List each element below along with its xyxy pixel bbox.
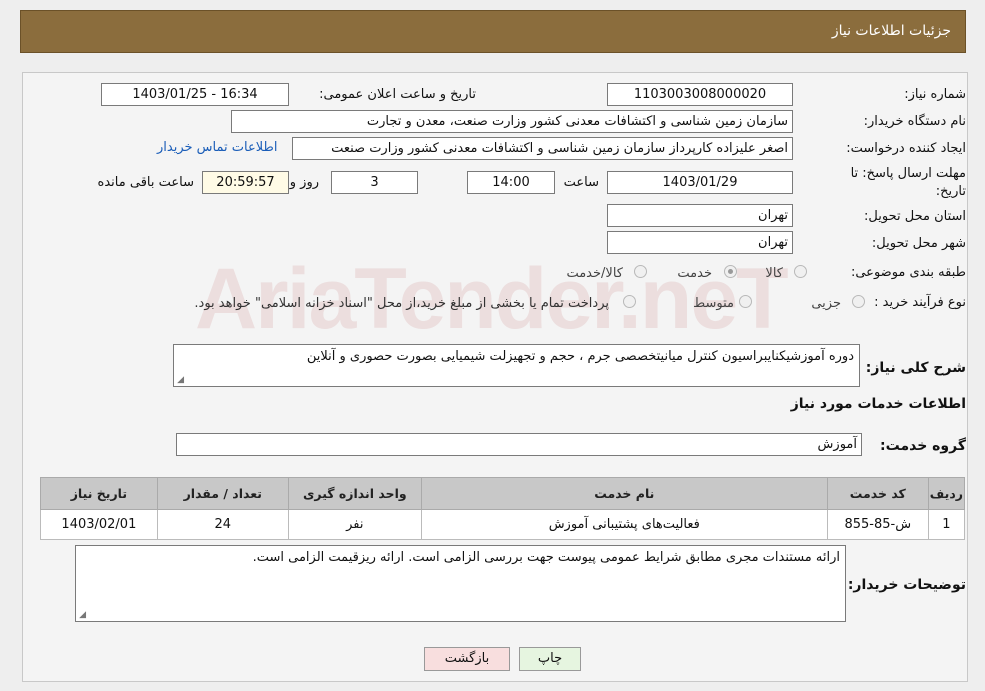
cell-service-code: ش-85-855: [826, 509, 929, 540]
category-label: طبقه بندی موضوعی:: [850, 265, 966, 280]
process-radio-minor[interactable]: [852, 295, 865, 308]
process-option-minor: جزیی: [811, 296, 841, 311]
service-group-field: آموزش: [176, 433, 862, 456]
table-row: 1 ش-85-855 فعالیت‌های پشتیبانی آموزش نفر…: [40, 509, 966, 540]
category-radio-service[interactable]: [724, 265, 737, 278]
table-header-row: ردیف کد خدمت نام خدمت واحد اندازه گیری ت…: [40, 477, 966, 510]
back-button[interactable]: بازگشت: [424, 647, 510, 671]
category-radio-goods-service[interactable]: [634, 265, 647, 278]
days-field: 3: [331, 171, 418, 194]
service-group-label: گروه خدمت:: [880, 438, 966, 454]
page-header: جزئیات اطلاعات نیاز: [20, 10, 966, 53]
buyer-contact-link[interactable]: اطلاعات تماس خریدار: [157, 140, 277, 155]
column-header-unit: واحد اندازه گیری: [287, 477, 422, 510]
announce-label: تاریخ و ساعت اعلان عمومی:: [319, 87, 476, 102]
deadline-time-field: 14:00: [467, 171, 555, 194]
cell-quantity: 24: [156, 509, 289, 540]
need-number-label: شماره نیاز:: [904, 87, 966, 102]
buyer-org-field: سازمان زمین شناسی و اکتشافات معدنی کشور …: [231, 110, 793, 133]
announce-field: 1403/01/25 - 16:34: [101, 83, 289, 106]
creator-field: اصغر علیزاده کارپرداز سازمان زمین شناسی …: [292, 137, 793, 160]
category-option-goods: کالا: [765, 266, 783, 281]
buyer-notes-textarea: ارائه مستندات مجری مطابق شرایط عمومی پیو…: [75, 545, 846, 622]
city-field: تهران: [607, 231, 793, 254]
process-option-medium: متوسط: [693, 296, 734, 311]
column-header-service-name: نام خدمت: [420, 477, 828, 510]
days-label: روز و: [289, 175, 319, 190]
category-radio-goods[interactable]: [794, 265, 807, 278]
description-label: شرح کلی نیاز:: [865, 360, 966, 376]
buyer-notes-text: ارائه مستندات مجری مطابق شرایط عمومی پیو…: [252, 550, 840, 565]
column-header-service-code: کد خدمت: [826, 477, 929, 510]
creator-label: ایجاد کننده درخواست:: [846, 141, 966, 156]
resize-handle-icon[interactable]: ◢: [78, 611, 86, 620]
category-option-goods-service: کالا/خدمت: [566, 266, 623, 281]
process-treasury-note: پرداخت تمام یا بخشی از مبلغ خرید،از محل …: [194, 296, 609, 311]
description-text: دوره آموزشیکنایبراسیون کنترل میانیتخصصی …: [306, 349, 854, 364]
deadline-date-field: 1403/01/29: [607, 171, 793, 194]
cell-row-number: 1: [927, 509, 966, 540]
column-header-row-number: ردیف: [927, 477, 966, 510]
process-label: نوع فرآیند خرید :: [874, 295, 966, 310]
province-field: تهران: [607, 204, 793, 227]
description-textarea: دوره آموزشیکنایبراسیون کنترل میانیتخصصی …: [173, 344, 860, 387]
deadline-label-date: تاریخ:: [935, 184, 966, 199]
buyer-org-label: نام دستگاه خریدار:: [863, 114, 966, 129]
city-label: شهر محل تحویل:: [871, 236, 966, 251]
cell-unit: نفر: [287, 509, 422, 540]
treasury-checkbox[interactable]: [623, 295, 636, 308]
resize-handle-icon[interactable]: ◢: [176, 376, 184, 385]
need-number-field: 1103003008000020: [607, 83, 793, 106]
column-header-quantity: تعداد / مقدار: [156, 477, 289, 510]
category-option-service: خدمت: [677, 266, 712, 281]
column-header-need-date: تاریخ نیاز: [40, 477, 158, 510]
deadline-label: مهلت ارسال پاسخ: تا: [850, 166, 966, 181]
province-label: استان محل تحویل:: [864, 209, 966, 224]
services-section-title: اطلاعات خدمات مورد نیاز: [790, 396, 966, 412]
print-button[interactable]: چاپ: [519, 647, 581, 671]
deadline-time-label: ساعت: [563, 175, 599, 190]
remaining-label: ساعت باقی مانده: [97, 175, 194, 190]
services-table: ردیف کد خدمت نام خدمت واحد اندازه گیری ت…: [40, 477, 966, 540]
process-radio-medium[interactable]: [739, 295, 752, 308]
buyer-notes-label: توضیحات خریدار:: [847, 577, 966, 593]
cell-service-name: فعالیت‌های پشتیبانی آموزش: [420, 509, 828, 540]
page-title: جزئیات اطلاعات نیاز: [831, 23, 951, 39]
cell-need-date: 1403/02/01: [40, 509, 158, 540]
remaining-time-field: 20:59:57: [202, 171, 289, 194]
